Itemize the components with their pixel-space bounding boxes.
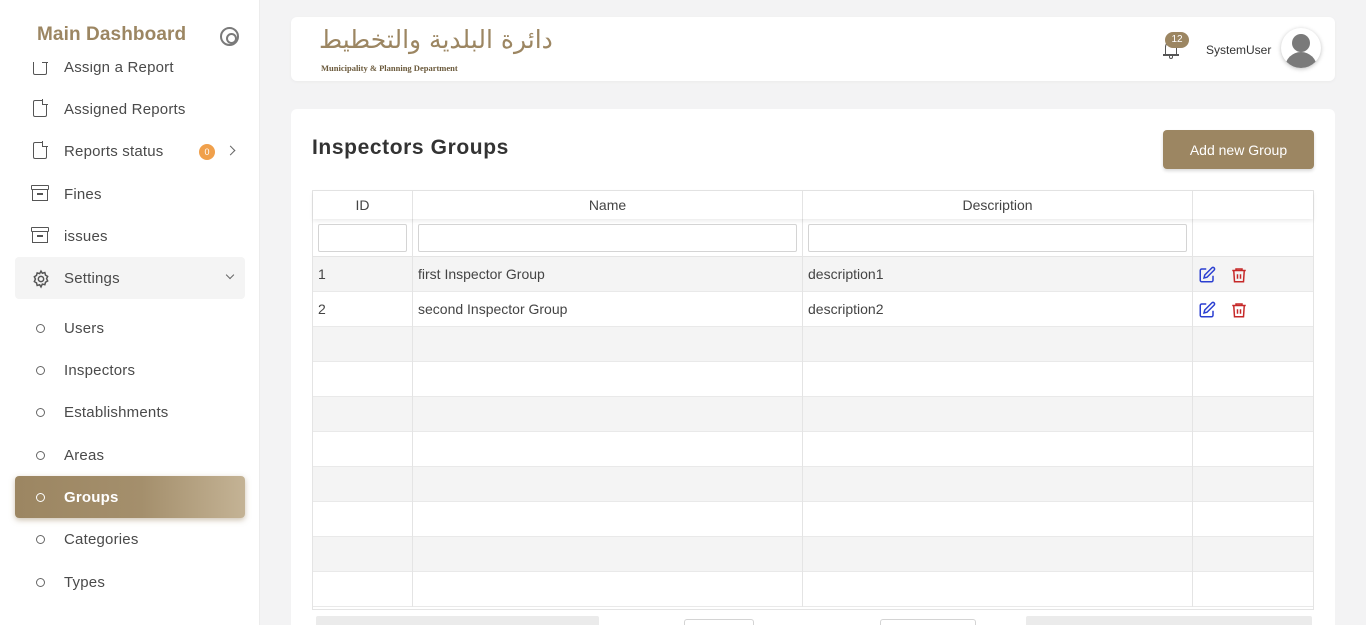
filter-name-input[interactable]: [418, 224, 797, 252]
circle-icon: [36, 366, 45, 375]
add-group-button[interactable]: Add new Group: [1163, 130, 1314, 169]
sidebar-item-label: Fines: [64, 185, 102, 203]
sidebar-item-label: Areas: [64, 446, 105, 464]
main-card: Inspectors Groups Add new Group ID Name …: [291, 109, 1335, 625]
column-header-description[interactable]: Description: [803, 191, 1193, 219]
document-icon: [31, 99, 49, 118]
edit-icon[interactable]: [1198, 301, 1216, 319]
sidebar-item-label: Assigned Reports: [64, 100, 186, 118]
sidebar-item-settings[interactable]: Settings: [15, 257, 245, 299]
sidebar-item-label: Establishments: [64, 403, 169, 421]
gear-icon: [31, 269, 49, 289]
cell-id: 2: [313, 292, 413, 327]
empty-row: [313, 327, 1313, 362]
department-logo[interactable]: دائرة البلدية والتخطيط Municipality & Pl…: [319, 23, 554, 75]
page-title: Inspectors Groups: [312, 136, 509, 159]
column-header-id[interactable]: ID: [313, 191, 413, 219]
logo-arabic-text: دائرة البلدية والتخطيط: [319, 25, 554, 54]
pagination-prev-area[interactable]: [316, 616, 599, 625]
page-number-input[interactable]: [684, 619, 754, 625]
empty-row: [313, 397, 1313, 432]
table-row[interactable]: 2 second Inspector Group description2: [313, 292, 1313, 327]
sidebar-item-label: Reports status: [64, 142, 164, 160]
sidebar-item-reports-status[interactable]: Reports status 0: [15, 130, 245, 172]
sidebar-item-inspectors[interactable]: Inspectors: [15, 349, 245, 391]
empty-row: [313, 362, 1313, 397]
cell-description: description2: [803, 292, 1193, 327]
sidebar-item-assigned-reports[interactable]: Assigned Reports: [15, 88, 245, 130]
filter-id-input[interactable]: [318, 224, 407, 252]
edit-icon[interactable]: [1198, 266, 1216, 284]
circle-icon: [36, 493, 45, 502]
sidebar: Main Dashboard Assign a Report Assigned …: [0, 0, 260, 625]
filter-description-input[interactable]: [808, 224, 1187, 252]
circle-icon: [36, 324, 45, 333]
document-icon: [31, 141, 49, 160]
filter-row: [313, 219, 1313, 257]
pagination-bar: [312, 609, 1314, 625]
logo-english-text: Municipality & Planning Department: [321, 63, 458, 73]
sidebar-item-groups[interactable]: Groups: [15, 476, 245, 518]
notification-badge: 12: [1165, 32, 1189, 48]
trash-icon[interactable]: [1230, 266, 1248, 284]
empty-row: [313, 537, 1313, 572]
column-header-name[interactable]: Name: [413, 191, 803, 219]
sidebar-item-fines[interactable]: Fines: [15, 173, 245, 215]
archive-icon: [31, 185, 49, 203]
empty-row: [313, 572, 1313, 607]
cell-name: second Inspector Group: [413, 292, 803, 327]
sidebar-item-users[interactable]: Users: [15, 307, 245, 349]
sidebar-item-establishments[interactable]: Establishments: [15, 391, 245, 433]
sidebar-item-categories[interactable]: Categories: [15, 518, 245, 560]
archive-icon: [31, 227, 49, 245]
reports-status-badge: 0: [199, 144, 215, 160]
pagination-next-area[interactable]: [1026, 616, 1312, 625]
sidebar-item-label: Categories: [64, 530, 139, 548]
column-header-actions: [1193, 191, 1313, 219]
sidebar-item-areas[interactable]: Areas: [15, 434, 245, 476]
username[interactable]: SystemUser: [1206, 43, 1271, 57]
trash-icon[interactable]: [1230, 301, 1248, 319]
circle-icon: [36, 451, 45, 460]
chevron-down-icon: [225, 270, 235, 280]
cell-id: 1: [313, 257, 413, 292]
circle-icon: [36, 535, 45, 544]
cell-name: first Inspector Group: [413, 257, 803, 292]
empty-row: [313, 432, 1313, 467]
chevron-right-icon: [225, 145, 236, 156]
sidebar-item-issues[interactable]: issues: [15, 215, 245, 257]
sidebar-header: Main Dashboard: [0, 0, 259, 62]
sidebar-item-label: Settings: [64, 269, 120, 287]
sidebar-item-label: Types: [64, 573, 106, 591]
cell-description: description1: [803, 257, 1193, 292]
sidebar-item-types[interactable]: Types: [15, 561, 245, 603]
circle-icon: [36, 578, 45, 587]
brand-title[interactable]: Main Dashboard: [37, 24, 186, 46]
empty-row: [313, 502, 1313, 537]
page-size-select[interactable]: [880, 619, 976, 625]
sidebar-item-label: issues: [64, 227, 108, 245]
groups-table: ID Name Description 1 first Inspector Gr…: [312, 190, 1314, 625]
circle-icon: [36, 408, 45, 417]
sidebar-item-label: Inspectors: [64, 361, 136, 379]
sidebar-item-label: Groups: [64, 488, 119, 506]
sidebar-toggle-icon[interactable]: [220, 27, 239, 46]
table-row[interactable]: 1 first Inspector Group description1: [313, 257, 1313, 292]
table-header: ID Name Description: [313, 191, 1313, 219]
sidebar-item-label: Users: [64, 319, 105, 337]
empty-row: [313, 467, 1313, 502]
top-header: دائرة البلدية والتخطيط Municipality & Pl…: [291, 17, 1335, 81]
avatar[interactable]: [1281, 28, 1321, 68]
